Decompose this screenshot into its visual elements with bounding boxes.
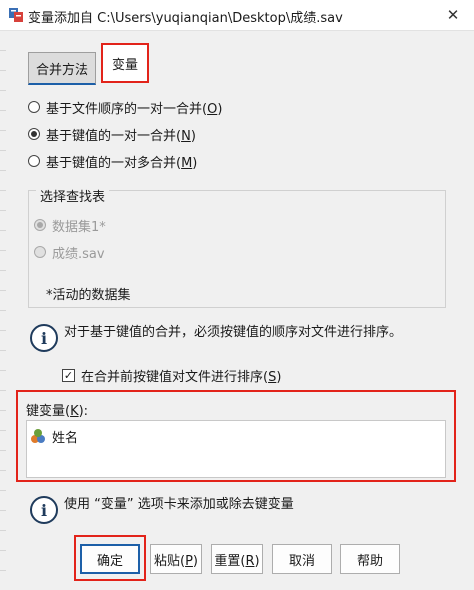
radio-label: 数据集1*: [52, 219, 106, 235]
radio-key-one-to-one[interactable]: 基于键值的一对一合并(N): [28, 123, 196, 145]
list-item[interactable]: 姓名: [30, 425, 78, 447]
checkbox[interactable]: ✓: [62, 368, 75, 382]
variables-info-text: 使用 “变量” 选项卡来添加或除去键变量: [64, 497, 294, 512]
radio-button[interactable]: [28, 155, 40, 167]
paste-button[interactable]: 粘贴(P): [150, 544, 202, 574]
checkmark-icon: ✓: [63, 368, 74, 382]
paste-button-label: 粘贴(P): [154, 553, 198, 569]
radio-label: 基于文件顺序的一对一合并(O): [46, 101, 223, 117]
tab-merge-method[interactable]: 合并方法: [28, 52, 96, 85]
key-variables-list[interactable]: [26, 420, 446, 478]
close-button[interactable]: ✕: [438, 2, 468, 28]
ok-button[interactable]: 确定: [80, 544, 140, 574]
ok-button-label: 确定: [96, 553, 123, 569]
sort-before-merge-checkbox[interactable]: ✓ 在合并前按键值对文件进行排序(S): [62, 364, 281, 386]
sort-info-text: 对于基于键值的合并，必须按键值的顺序对文件进行排序。: [64, 325, 403, 340]
nominal-variable-icon: [31, 429, 45, 443]
key-variables-label: 键变量(K):: [26, 404, 89, 419]
lookup-table-title: 选择查找表: [36, 186, 110, 205]
variable-name: 姓名: [52, 430, 79, 446]
window-title: 变量添加自 C:\Users\yuqianqian\Desktop\成绩.sav: [28, 11, 343, 26]
spss-app-icon: [9, 8, 23, 22]
radio-button[interactable]: [28, 128, 40, 140]
radio-sequential-one-to-one[interactable]: 基于文件顺序的一对一合并(O): [28, 96, 222, 118]
tab-variables-label: 变量: [111, 57, 138, 73]
radio-label: 基于键值的一对多合并(M): [46, 155, 198, 171]
close-icon: ✕: [446, 6, 460, 24]
radio-button[interactable]: [34, 219, 46, 231]
background-grid-edge: [0, 31, 6, 590]
active-dataset-note: *活动的数据集: [46, 288, 131, 303]
help-button-label: 帮助: [356, 553, 383, 569]
radio-button[interactable]: [28, 101, 40, 113]
cancel-button-label: 取消: [288, 553, 315, 569]
radio-dataset1[interactable]: 数据集1*: [34, 214, 106, 236]
tab-variables[interactable]: 变量: [101, 43, 149, 83]
info-icon: i: [30, 496, 58, 524]
radio-label: 基于键值的一对一合并(N): [46, 128, 196, 144]
radio-key-one-to-many[interactable]: 基于键值的一对多合并(M): [28, 150, 197, 172]
cancel-button[interactable]: 取消: [272, 544, 332, 574]
radio-scores-sav[interactable]: 成绩.sav: [34, 241, 105, 263]
reset-button-label: 重置(R): [214, 553, 260, 569]
checkbox-label: 在合并前按键值对文件进行排序(S): [81, 369, 282, 385]
tab-merge-method-label: 合并方法: [35, 62, 88, 78]
help-button[interactable]: 帮助: [340, 544, 400, 574]
radio-button[interactable]: [34, 246, 46, 258]
radio-label: 成绩.sav: [52, 246, 105, 262]
reset-button[interactable]: 重置(R): [211, 544, 263, 574]
info-icon: i: [30, 324, 58, 352]
